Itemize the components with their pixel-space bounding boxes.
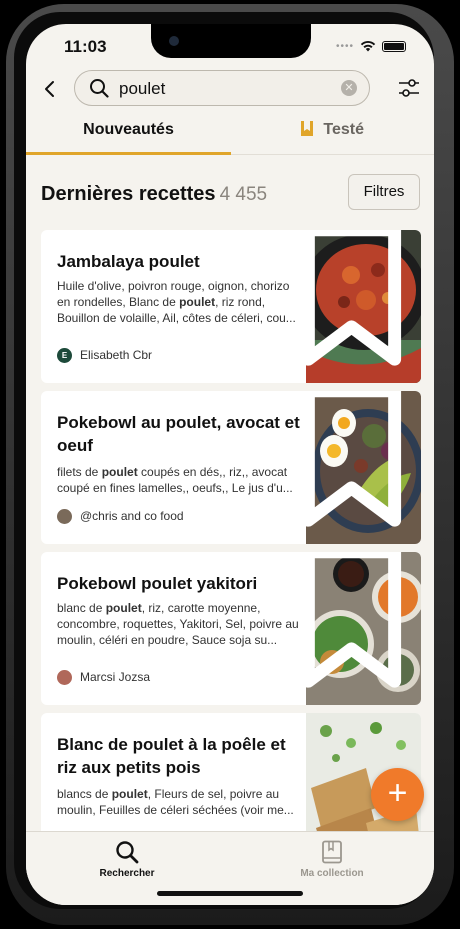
recipe-author[interactable]: @chris and co food (57, 508, 184, 524)
avatar (57, 669, 72, 685)
search-input[interactable]: poulet ✕ (74, 70, 370, 106)
battery-icon (382, 40, 406, 52)
nav-ma-collection[interactable]: Ma collection (272, 840, 392, 879)
camera-icon (169, 36, 179, 46)
recipe-ingredients: blanc de poulet, riz, carotte moyenne, c… (57, 601, 299, 647)
recipe-photo[interactable] (301, 230, 421, 383)
search-bar-row: poulet ✕ (26, 70, 434, 110)
recipe-title: Pokebowl au poulet, avocat et oeuf (57, 413, 300, 455)
nav-rechercher-label: Rechercher (99, 868, 155, 879)
recipe-author[interactable]: E Elisabeth Cbr (57, 347, 152, 363)
filter-settings-icon[interactable] (398, 78, 420, 98)
tab-teste-label: Testé (323, 121, 365, 138)
back-arrow-icon[interactable] (40, 79, 60, 99)
app-screen: 11:03 •••• poulet ✕ Nouveautés Testé Der… (26, 24, 434, 905)
list-heading: Dernières recettes 4 455 (41, 183, 267, 206)
wifi-icon (360, 40, 376, 52)
collection-book-icon (322, 840, 342, 864)
clear-search-icon[interactable]: ✕ (341, 80, 357, 96)
avatar: E (57, 347, 72, 363)
results-list: Dernières recettes 4 455 Filtres Jambalay… (26, 155, 434, 831)
bookmark-icon[interactable] (294, 552, 409, 693)
recipe-card[interactable]: Blanc de poulet à la poêle et riz aux pe… (41, 713, 421, 831)
recipe-photo[interactable] (301, 552, 421, 705)
recipe-card[interactable]: Pokebowl au poulet, avocat et oeuf filet… (41, 391, 421, 544)
author-name: Elisabeth Cbr (80, 348, 153, 362)
search-query: poulet (119, 79, 166, 98)
author-name: Marcsi Jozsa (80, 670, 151, 684)
search-icon (116, 841, 139, 864)
bookmark-icon[interactable] (294, 391, 409, 532)
tested-bookmark-icon (300, 121, 313, 136)
status-time: 11:03 (64, 37, 107, 56)
recipe-ingredients: blancs de poulet, Fleurs de sel, poivre … (57, 787, 294, 817)
tab-nouveautes[interactable]: Nouveautés (26, 118, 231, 155)
filters-button[interactable]: Filtres (348, 174, 420, 210)
notch (151, 24, 311, 58)
nav-rechercher[interactable]: Rechercher (67, 840, 187, 879)
signal-icon: •••• (335, 40, 354, 52)
search-icon (90, 79, 109, 98)
recipe-title: Blanc de poulet à la poêle et riz aux pe… (57, 735, 286, 777)
tab-teste[interactable]: Testé (231, 118, 434, 154)
recipe-title: Pokebowl poulet yakitori (57, 574, 258, 593)
tab-bar: Nouveautés Testé (26, 118, 434, 155)
recipe-photo[interactable] (301, 391, 421, 544)
avatar (57, 508, 72, 524)
recipe-title: Jambalaya poulet (57, 252, 200, 271)
recipe-card[interactable]: Jambalaya poulet Huile d'olive, poivron … (41, 230, 421, 383)
recipe-ingredients: filets de poulet coupés en dés,, riz,, a… (57, 465, 293, 495)
status-icons: •••• (336, 40, 406, 52)
recipe-card[interactable]: Pokebowl poulet yakitori blanc de poulet… (41, 552, 421, 705)
home-indicator (157, 891, 303, 896)
recipe-author[interactable]: Marcsi Jozsa (57, 669, 150, 685)
recipe-ingredients: Huile d'olive, poivron rouge, oignon, ch… (57, 279, 296, 325)
author-name: @chris and co food (80, 509, 184, 523)
nav-ma-collection-label: Ma collection (300, 868, 364, 879)
add-recipe-button[interactable]: + (371, 768, 424, 821)
recipe-count: 4 455 (219, 184, 268, 205)
bookmark-icon[interactable] (294, 230, 409, 371)
tab-nouveautes-label: Nouveautés (83, 121, 174, 138)
list-heading-label: Dernières recettes (41, 183, 216, 205)
